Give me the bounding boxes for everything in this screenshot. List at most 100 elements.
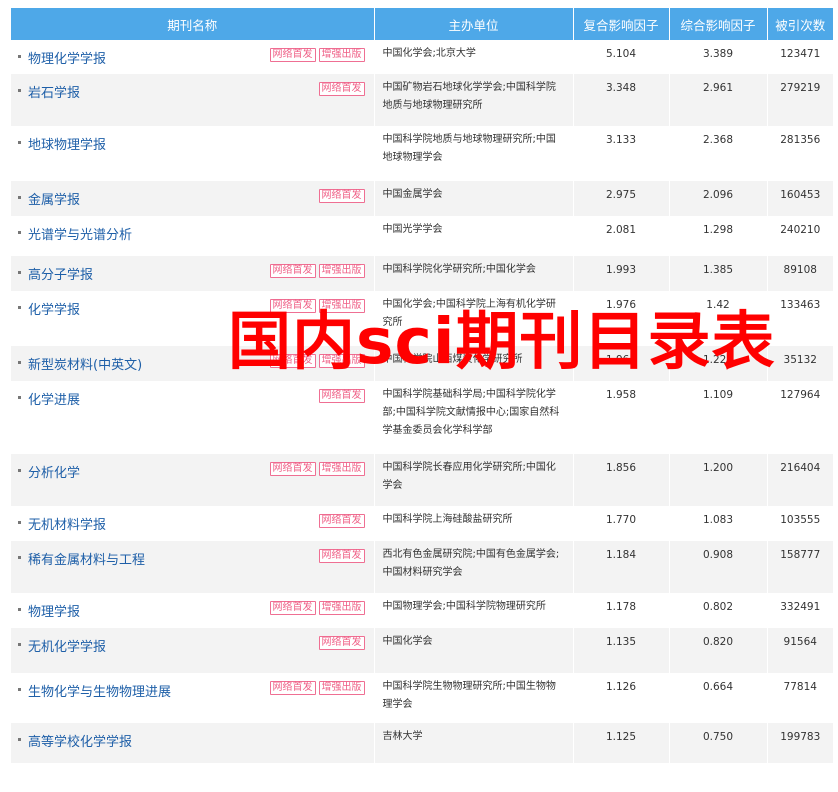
bullet-icon [18, 231, 21, 234]
citation-count-cell: 89108 [767, 256, 833, 291]
online-first-badge[interactable]: 网络首发 [318, 82, 365, 96]
header-organization[interactable]: 主办单位 [374, 8, 574, 40]
comprehensive-impact-factor-cell: 1.298 [669, 216, 768, 256]
journal-name-link[interactable]: 化学学报 [28, 299, 80, 318]
journal-name-cell: 高等学校化学学报 [11, 723, 375, 763]
comprehensive-impact-factor-value: 2.096 [702, 189, 734, 201]
comprehensive-impact-factor-cell: 0.802 [669, 593, 768, 628]
organization-cell: 西北有色金属研究院;中国有色金属学会;中国材料研究学会 [374, 541, 574, 593]
citation-count-value: 103555 [780, 514, 821, 526]
journal-name-cell: 无机材料学报 网络首发 [11, 506, 375, 541]
citation-count-value: 216404 [780, 462, 821, 474]
citation-count-value: 279219 [780, 82, 821, 94]
organization-text: 西北有色金属研究院;中国有色金属学会;中国材料研究学会 [382, 549, 560, 578]
journal-tags: 网络首发 [316, 389, 365, 403]
online-first-badge[interactable]: 网络首发 [269, 48, 316, 62]
bullet-icon [18, 196, 21, 199]
online-first-badge[interactable]: 网络首发 [318, 549, 365, 563]
journal-name-cell: 稀有金属材料与工程 网络首发 [11, 541, 375, 593]
enhanced-publishing-badge[interactable]: 增强出版 [318, 48, 365, 62]
journal-name-link[interactable]: 岩石学报 [28, 82, 80, 101]
organization-cell: 吉林大学 [374, 723, 574, 763]
header-citation-count[interactable]: 被引次数 [767, 8, 833, 40]
online-first-badge[interactable]: 网络首发 [269, 601, 316, 615]
comprehensive-impact-factor-value: 2.368 [702, 134, 734, 146]
organization-cell: 中国科学院地质与地球物理研究所;中国地球物理学会 [374, 126, 574, 181]
journal-tags: 网络首发 增强出版 [267, 462, 365, 476]
organization-text: 中国科学院基础科学局;中国科学院化学部;中国科学院文献情报中心;国家自然科学基金… [382, 389, 560, 436]
journal-name-link[interactable]: 高分子学报 [28, 264, 93, 283]
journal-name-link[interactable]: 物理化学学报 [28, 48, 106, 67]
comprehensive-impact-factor-cell: 0.664 [669, 673, 768, 723]
header-comprehensive-impact-factor[interactable]: 综合影响因子 [669, 8, 768, 40]
enhanced-publishing-badge[interactable]: 增强出版 [318, 264, 365, 278]
enhanced-publishing-badge[interactable]: 增强出版 [318, 601, 365, 615]
journal-name-link[interactable]: 无机材料学报 [28, 514, 106, 533]
journal-name-link[interactable]: 生物化学与生物物理进展 [28, 681, 171, 700]
header-journal-name[interactable]: 期刊名称 [11, 8, 375, 40]
composite-impact-factor-cell: 1.135 [573, 628, 670, 673]
composite-impact-factor-cell: 1.993 [573, 256, 670, 291]
online-first-badge[interactable]: 网络首发 [318, 389, 365, 403]
online-first-badge[interactable]: 网络首发 [318, 636, 365, 650]
online-first-badge[interactable]: 网络首发 [269, 462, 316, 476]
table-row: 无机材料学报 网络首发 中国科学院上海硅酸盐研究所 1.770 1.083 103555 [11, 506, 833, 541]
bullet-icon [18, 643, 21, 646]
journal-name-link[interactable]: 高等学校化学学报 [28, 731, 132, 750]
organization-cell: 中国矿物岩石地球化学学会;中国科学院地质与地球物理研究所 [374, 74, 574, 126]
composite-impact-factor-cell: 2.975 [573, 181, 670, 216]
comprehensive-impact-factor-value: 0.750 [702, 731, 734, 743]
journal-tags: 网络首发 增强出版 [267, 48, 365, 62]
organization-cell: 中国化学会;北京大学 [374, 40, 574, 74]
composite-impact-factor-value: 1.184 [605, 549, 637, 561]
journal-name-link[interactable]: 稀有金属材料与工程 [28, 549, 145, 568]
journal-name-link[interactable]: 化学进展 [28, 389, 80, 408]
composite-impact-factor-value: 5.104 [605, 48, 637, 60]
comprehensive-impact-factor-value: 2.961 [702, 82, 734, 94]
online-first-badge[interactable]: 网络首发 [269, 681, 316, 695]
table-row: 生物化学与生物物理进展 网络首发 增强出版 中国科学院生物物理研究所;中国生物物理学会… [11, 673, 833, 723]
composite-impact-factor-value: 1.135 [605, 636, 637, 648]
citation-count-cell: 216404 [767, 454, 833, 506]
journal-name-link[interactable]: 光谱学与光谱分析 [28, 224, 132, 243]
organization-text: 中国化学会;北京大学 [382, 48, 476, 59]
bullet-icon [18, 688, 21, 691]
journal-name-link[interactable]: 金属学报 [28, 189, 80, 208]
header-composite-impact-factor[interactable]: 复合影响因子 [573, 8, 670, 40]
journal-name-cell: 地球物理学报 [11, 126, 375, 181]
journal-name-link[interactable]: 分析化学 [28, 462, 80, 481]
bullet-icon [18, 738, 21, 741]
comprehensive-impact-factor-value: 3.389 [702, 48, 734, 60]
online-first-badge[interactable]: 网络首发 [318, 189, 365, 203]
comprehensive-impact-factor-value: 0.820 [702, 636, 734, 648]
bullet-icon [18, 89, 21, 92]
comprehensive-impact-factor-value: 1.385 [702, 264, 734, 276]
comprehensive-impact-factor-cell: 3.389 [669, 40, 768, 74]
composite-impact-factor-value: 1.770 [605, 514, 637, 526]
citation-count-cell: 91564 [767, 628, 833, 673]
online-first-badge[interactable]: 网络首发 [318, 514, 365, 528]
journal-name-cell: 高分子学报 网络首发 增强出版 [11, 256, 375, 291]
citation-count-value: 199783 [780, 731, 821, 743]
organization-text: 中国科学院地质与地球物理研究所;中国地球物理学会 [382, 134, 556, 163]
journal-name-link[interactable]: 物理学报 [28, 601, 80, 620]
citation-count-cell: 127964 [767, 381, 833, 454]
journal-name-link[interactable]: 无机化学学报 [28, 636, 106, 655]
enhanced-publishing-badge[interactable]: 增强出版 [318, 681, 365, 695]
comprehensive-impact-factor-cell: 0.820 [669, 628, 768, 673]
table-header-row: 期刊名称 主办单位 复合影响因子 综合影响因子 被引次数 [11, 8, 833, 40]
journal-name-link[interactable]: 地球物理学报 [28, 134, 106, 153]
bullet-icon [18, 608, 21, 611]
composite-impact-factor-cell: 1.125 [573, 723, 670, 763]
journal-name-link[interactable]: 新型炭材料(中英文) [28, 354, 142, 373]
organization-cell: 中国科学院基础科学局;中国科学院化学部;中国科学院文献情报中心;国家自然科学基金… [374, 381, 574, 454]
citation-count-cell: 160453 [767, 181, 833, 216]
organization-cell: 中国科学院化学研究所;中国化学会 [374, 256, 574, 291]
citation-count-cell: 103555 [767, 506, 833, 541]
table-row: 物理学报 网络首发 增强出版 中国物理学会;中国科学院物理研究所 1.178 0.802 3… [11, 593, 833, 628]
online-first-badge[interactable]: 网络首发 [269, 264, 316, 278]
citation-count-value: 89108 [783, 264, 817, 276]
composite-impact-factor-value: 3.348 [605, 82, 637, 94]
composite-impact-factor-value: 1.125 [605, 731, 637, 743]
enhanced-publishing-badge[interactable]: 增强出版 [318, 462, 365, 476]
